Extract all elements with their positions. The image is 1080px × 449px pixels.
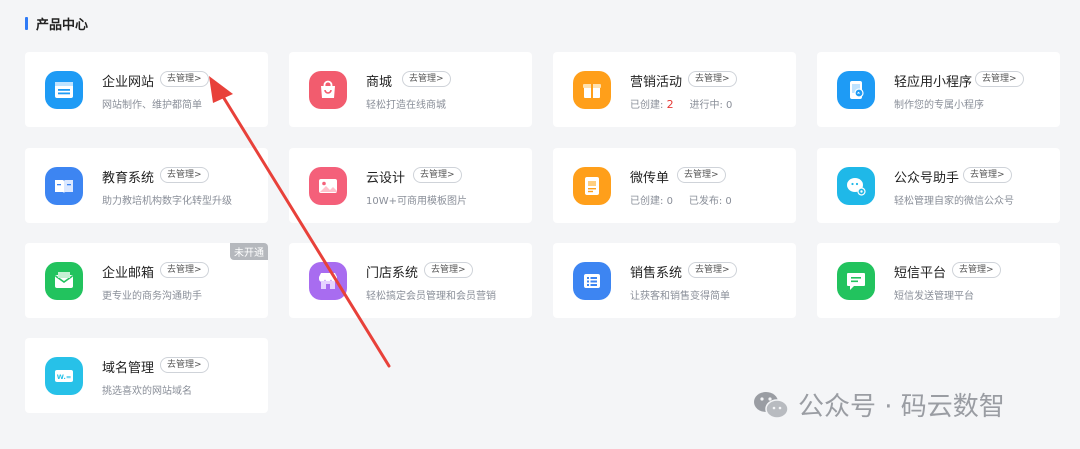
card-desc: 制作您的专属小程序: [894, 100, 984, 111]
manage-button-website[interactable]: 去管理>: [160, 71, 209, 87]
card-name: 短信平台: [894, 266, 947, 281]
wechat-icon: [754, 391, 789, 419]
card-desc: 轻松搞定会员管理和会员营销: [366, 291, 496, 302]
card-desc: 10W+可商用模板图片: [366, 196, 467, 207]
flyer-icon: [573, 167, 611, 205]
marketing-icon: [573, 71, 611, 109]
card-name: 教育系统: [102, 171, 155, 186]
card-name: 门店系统: [366, 266, 419, 281]
watermark: 公众号 · 码云数智: [752, 386, 1005, 423]
card-desc: 助力教培机构数字化转型升级: [102, 196, 232, 207]
card-name: 企业邮箱: [102, 266, 155, 281]
card-store[interactable]: 门店系统 去管理> 轻松搞定会员管理和会员营销: [289, 243, 532, 318]
card-name: 企业网站: [102, 75, 155, 90]
card-desc: 让获客和销售变得简单: [630, 291, 730, 302]
manage-button-marketing[interactable]: 去管理>: [688, 71, 737, 87]
page-title: 产品中心: [36, 18, 89, 33]
manage-button-education[interactable]: 去管理>: [160, 167, 209, 183]
running-count: 0: [726, 100, 733, 111]
mall-icon: [309, 71, 347, 109]
miniapp-icon: [837, 71, 875, 109]
card-desc: 短信发送管理平台: [894, 291, 974, 302]
card-clouddesign[interactable]: 云设计 去管理> 10W+可商用模板图片: [289, 148, 532, 223]
manage-button-official[interactable]: 去管理>: [963, 167, 1012, 183]
card-domain[interactable]: W.= 域名管理 去管理> 挑选喜欢的网站域名: [25, 338, 268, 413]
running-label: 进行中:: [689, 100, 723, 111]
published-label: 已发布:: [688, 196, 723, 207]
card-name: 轻应用小程序: [894, 75, 973, 90]
manage-button-store[interactable]: 去管理>: [424, 262, 473, 278]
manage-button-mall[interactable]: 去管理>: [402, 71, 451, 87]
domain-icon: W.=: [45, 357, 83, 395]
sales-icon: [573, 262, 611, 300]
manage-button-domain[interactable]: 去管理>: [160, 357, 209, 373]
created-count: 2: [666, 98, 674, 111]
manage-button-clouddesign[interactable]: 去管理>: [413, 167, 462, 183]
card-flyer[interactable]: 微传单 去管理> 已创建: 0 已发布: 0: [553, 148, 796, 223]
card-website[interactable]: 企业网站 去管理> 网站制作、维护都简单: [25, 52, 268, 127]
card-name: 微传单: [630, 171, 670, 186]
card-desc: 轻松管理自家的微信公众号: [894, 196, 1014, 207]
sms-icon: [837, 262, 875, 300]
card-name: 公众号助手: [894, 171, 960, 186]
watermark-text: 公众号 · 码云数智: [798, 392, 1005, 422]
manage-button-miniapp[interactable]: 去管理>: [975, 71, 1024, 87]
card-name: 域名管理: [102, 361, 155, 376]
card-email[interactable]: 未开通 企业邮箱 去管理> 更专业的商务沟通助手: [25, 243, 268, 318]
card-official[interactable]: 公众号助手 去管理> 轻松管理自家的微信公众号: [817, 148, 1060, 223]
card-mall[interactable]: 商城 去管理> 轻松打造在线商城: [289, 52, 532, 127]
card-desc: 更专业的商务沟通助手: [102, 291, 202, 302]
manage-button-email[interactable]: 去管理>: [160, 262, 209, 278]
card-name: 云设计: [366, 171, 406, 186]
design-icon: [309, 167, 347, 205]
website-icon: [45, 71, 83, 109]
card-desc: 轻松打造在线商城: [366, 100, 446, 111]
created-label: 已创建:: [630, 196, 664, 207]
created-count: 0: [666, 196, 673, 207]
card-education[interactable]: 教育系统 去管理> 助力教培机构数字化转型升级: [25, 148, 268, 223]
svg-text:W.=: W.=: [57, 373, 72, 381]
card-stats: 已创建: 0 已发布: 0: [630, 192, 732, 207]
published-count: 0: [725, 196, 732, 207]
section-title: 产品中心: [25, 14, 88, 33]
card-marketing[interactable]: 营销活动 去管理> 已创建: 2 进行中: 0: [553, 52, 796, 127]
card-desc: 挑选喜欢的网站域名: [102, 386, 192, 397]
official-account-icon: [837, 167, 875, 205]
created-label: 已创建:: [630, 100, 664, 111]
card-sales[interactable]: 销售系统 去管理> 让获客和销售变得简单: [553, 243, 796, 318]
card-miniapp[interactable]: 轻应用小程序 去管理> 制作您的专属小程序: [817, 52, 1060, 127]
card-name: 商城: [366, 75, 393, 90]
card-stats: 已创建: 2 进行中: 0: [630, 96, 732, 111]
card-name: 销售系统: [630, 266, 683, 281]
card-sms[interactable]: 短信平台 去管理> 短信发送管理平台: [817, 243, 1060, 318]
manage-button-sms[interactable]: 去管理>: [952, 262, 1001, 278]
store-icon: [309, 262, 347, 300]
manage-button-flyer[interactable]: 去管理>: [677, 167, 726, 183]
card-desc: 网站制作、维护都简单: [102, 100, 202, 111]
title-accent-bar: [25, 17, 28, 30]
email-icon: [45, 262, 83, 300]
card-name: 营销活动: [630, 75, 683, 90]
manage-button-sales[interactable]: 去管理>: [688, 262, 737, 278]
not-activated-badge: 未开通: [230, 243, 268, 260]
education-icon: [45, 167, 83, 205]
